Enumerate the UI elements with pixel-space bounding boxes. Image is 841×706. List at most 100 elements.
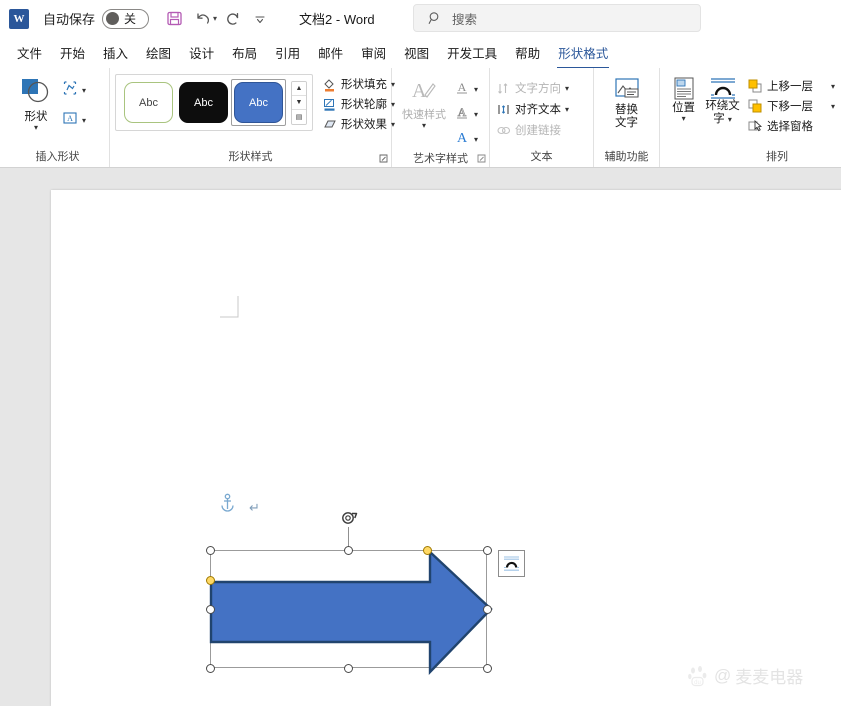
gallery-scroll-up-icon[interactable]: ▲ — [292, 81, 306, 96]
send-backward-button[interactable]: 下移一层 ▾ — [747, 98, 835, 114]
shape-adjust-handle-head-width[interactable] — [423, 546, 432, 555]
tab-draw[interactable]: 绘图 — [137, 39, 180, 66]
text-outline-icon: A — [454, 104, 470, 125]
svg-text:A: A — [457, 131, 468, 145]
selection-handle-middle-right[interactable] — [483, 605, 492, 614]
shape-style-thumb-3[interactable]: Abc — [234, 82, 283, 123]
gallery-scroll-down-icon[interactable]: ▼ — [292, 95, 306, 110]
shape-effects-button[interactable]: 形状效果 ▾ — [321, 116, 395, 132]
position-button[interactable]: 位置 ▾ — [665, 72, 702, 123]
wordart-dialog-launcher[interactable] — [477, 154, 487, 164]
tab-mailings[interactable]: 邮件 — [309, 39, 352, 66]
tab-home[interactable]: 开始 — [51, 39, 94, 66]
alt-text-button[interactable]: 替换 文字 — [600, 72, 654, 130]
align-text-caret-icon[interactable]: ▾ — [565, 105, 569, 113]
tab-file[interactable]: 文件 — [8, 39, 51, 66]
word-logo-icon: W — [9, 8, 29, 29]
send-backward-caret-icon[interactable]: ▾ — [831, 102, 835, 110]
text-direction-button[interactable]: 文字方向 ▾ — [495, 80, 569, 96]
bring-forward-icon — [747, 78, 763, 94]
shape-effects-label: 形状效果 — [341, 119, 387, 131]
wordart-quick-styles-button[interactable]: A 快速样式 ▾ — [397, 72, 451, 130]
redo-icon[interactable] — [219, 6, 245, 32]
wordart-quick-styles-icon: A — [412, 80, 436, 102]
wrap-text-caret-icon[interactable]: ▾ — [728, 115, 732, 124]
group-label-wordart-styles: 艺术字样式 — [413, 153, 468, 165]
shapes-dropdown-caret-icon[interactable]: ▾ — [34, 124, 38, 132]
rotate-handle-icon[interactable] — [339, 508, 359, 528]
baidu-logo-icon: du — [688, 665, 707, 686]
shapes-button-label: 形状 — [24, 111, 48, 123]
tab-shape-format[interactable]: 形状格式 — [549, 39, 617, 68]
shape-adjust-handle-tail-width[interactable] — [206, 576, 215, 585]
shape-style-thumb-2[interactable]: Abc — [179, 82, 228, 123]
shape-style-gallery-scroll: ▲ ▼ ▤ — [291, 80, 307, 125]
selection-handle-bottom-right[interactable] — [483, 664, 492, 673]
gallery-more-icon[interactable]: ▤ — [292, 109, 306, 124]
alt-text-icon — [614, 78, 639, 98]
shape-fill-label: 形状填充 — [341, 79, 387, 91]
ribbon-group-shape-styles: Abc Abc Abc ▲ ▼ ▤ 形状填充 ▾ 形状轮廓 ▾ 形状效果 ▾ 形… — [110, 68, 395, 167]
text-direction-caret-icon[interactable]: ▾ — [565, 84, 569, 92]
tab-design[interactable]: 设计 — [180, 39, 223, 66]
document-page[interactable]: ↵ du @ 麦麦电器 — [51, 190, 841, 706]
search-box[interactable]: 搜索 — [413, 4, 701, 32]
selection-handle-top-right[interactable] — [483, 546, 492, 555]
group-label-accessibility: 辅助功能 — [604, 151, 649, 163]
wrap-text-button[interactable]: 环绕文字 ▾ — [702, 72, 743, 126]
layout-options-button[interactable] — [498, 550, 525, 577]
position-caret-icon[interactable]: ▾ — [682, 115, 686, 123]
tab-review[interactable]: 审阅 — [352, 39, 395, 66]
group-label-shape-styles: 形状样式 — [228, 151, 273, 163]
shape-fill-button[interactable]: 形状填充 ▾ — [321, 76, 395, 92]
autosave-toggle[interactable]: 关 — [102, 8, 150, 29]
tab-help[interactable]: 帮助 — [506, 39, 549, 66]
bring-forward-caret-icon[interactable]: ▾ — [831, 82, 835, 90]
shape-outline-button[interactable]: 形状轮廓 ▾ — [321, 96, 395, 112]
selection-handle-bottom-center[interactable] — [344, 664, 353, 673]
shape-style-thumb-1[interactable]: Abc — [124, 82, 173, 123]
position-icon — [674, 77, 694, 100]
tab-developer[interactable]: 开发工具 — [438, 39, 506, 66]
selection-pane-button[interactable]: 选择窗格 — [747, 118, 835, 134]
draw-textbox-button[interactable]: A ▾ — [61, 109, 86, 132]
text-fill-caret-icon[interactable]: ▾ — [474, 86, 478, 94]
shape-styles-dialog-launcher[interactable] — [379, 154, 389, 164]
margin-corner-mark — [220, 296, 239, 318]
draw-textbox-caret-icon[interactable]: ▾ — [82, 117, 86, 125]
tab-references[interactable]: 引用 — [266, 39, 309, 66]
save-icon[interactable] — [161, 6, 187, 32]
align-text-button[interactable]: 对齐文本 ▾ — [495, 101, 569, 117]
search-placeholder: 搜索 — [452, 12, 478, 27]
selection-handle-middle-left[interactable] — [206, 605, 215, 614]
right-arrow-shape[interactable] — [206, 546, 498, 678]
customize-qat-icon[interactable] — [247, 6, 273, 32]
tab-insert[interactable]: 插入 — [94, 39, 137, 66]
search-icon — [428, 11, 442, 25]
undo-dropdown-caret-icon[interactable]: ▾ — [213, 14, 217, 23]
tab-layout[interactable]: 布局 — [223, 39, 266, 66]
edit-shape-button[interactable]: ▾ — [61, 79, 86, 102]
shapes-button[interactable]: 形状 ▾ — [11, 72, 61, 132]
text-outline-caret-icon[interactable]: ▾ — [474, 111, 478, 119]
tab-view[interactable]: 视图 — [395, 39, 438, 66]
selection-handle-top-center[interactable] — [344, 546, 353, 555]
undo-icon[interactable] — [189, 6, 215, 32]
bring-forward-label: 上移一层 — [766, 81, 813, 93]
text-effects-button[interactable]: A ▾ — [454, 129, 478, 150]
ribbon-group-text: 文字方向 ▾ 对齐文本 ▾ 创建链接 文本 — [490, 68, 594, 167]
watermark-text: 麦麦电器 — [735, 668, 804, 688]
text-fill-button[interactable]: A ▾ — [454, 79, 478, 100]
autosave-label: 自动保存 — [43, 12, 96, 27]
shape-style-gallery[interactable]: Abc Abc Abc ▲ ▼ ▤ — [115, 74, 313, 131]
wordart-quick-styles-caret-icon[interactable]: ▾ — [422, 122, 426, 130]
text-outline-button[interactable]: A ▾ — [454, 104, 478, 125]
selection-handle-bottom-left[interactable] — [206, 664, 215, 673]
create-link-button[interactable]: 创建链接 — [495, 122, 569, 138]
shape-outline-icon — [321, 96, 337, 112]
selection-handle-top-left[interactable] — [206, 546, 215, 555]
edit-shape-caret-icon[interactable]: ▾ — [82, 87, 86, 95]
bring-forward-button[interactable]: 上移一层 ▾ — [747, 78, 835, 94]
text-effects-caret-icon[interactable]: ▾ — [474, 136, 478, 144]
align-text-label: 对齐文本 — [515, 104, 561, 116]
